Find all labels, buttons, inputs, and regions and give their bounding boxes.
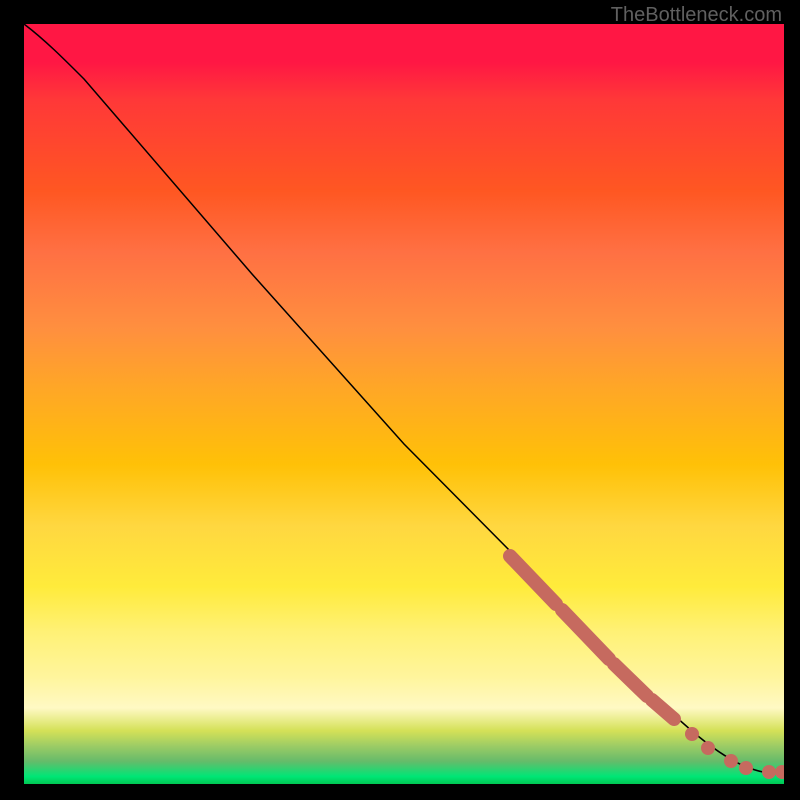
highlight-points (685, 727, 784, 779)
highlight-seg-1 (510, 556, 556, 604)
point-2 (701, 741, 715, 755)
point-6 (775, 765, 784, 779)
point-1 (685, 727, 699, 741)
highlight-seg-3 (614, 664, 647, 696)
curve-group (24, 24, 784, 774)
highlight-segments (510, 556, 674, 719)
point-4 (739, 761, 753, 775)
highlight-seg-4 (652, 700, 674, 719)
watermark-text: TheBottleneck.com (611, 4, 782, 27)
point-3 (724, 754, 738, 768)
main-curve (24, 24, 784, 774)
chart-container: TheBottleneck.com (0, 0, 800, 800)
point-5 (762, 765, 776, 779)
plot-area (24, 24, 784, 784)
chart-svg (24, 24, 784, 784)
highlight-seg-2 (562, 610, 609, 659)
